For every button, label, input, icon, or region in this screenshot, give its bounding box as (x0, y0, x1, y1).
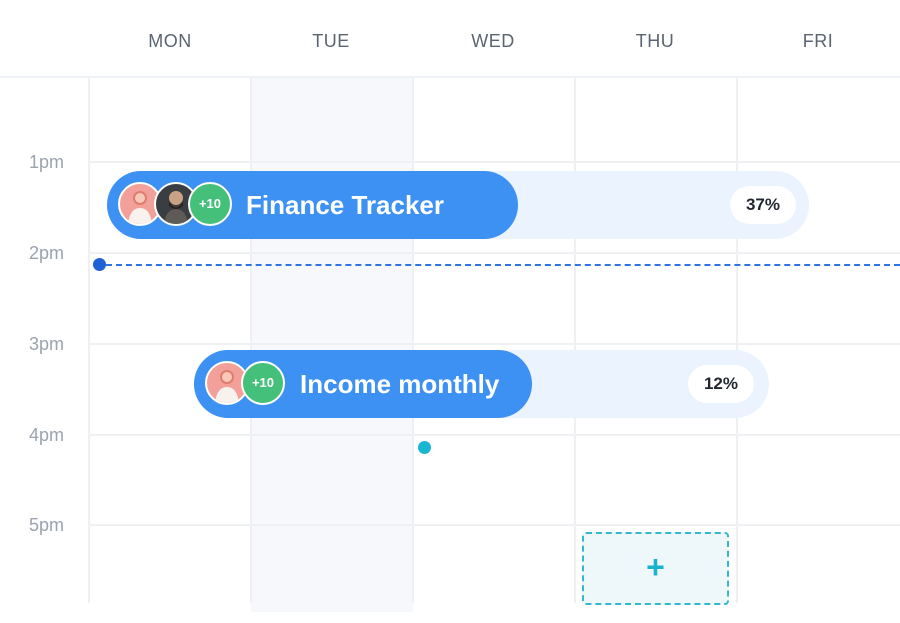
event-progress-fill: +10 Finance Tracker (107, 171, 518, 239)
calendar-header: MON TUE WED THU FRI (0, 0, 900, 78)
selected-day-column (251, 78, 413, 612)
event-progress-percent: 37% (729, 186, 796, 224)
day-header-tue[interactable]: TUE (271, 31, 391, 52)
event-marker-dot (418, 441, 431, 454)
day-header-thu[interactable]: THU (595, 31, 715, 52)
day-header-wed[interactable]: WED (433, 31, 553, 52)
grid-row-line (89, 434, 900, 436)
time-label-3pm: 3pm (28, 334, 64, 354)
day-header-fri[interactable]: FRI (758, 31, 878, 52)
current-time-line (106, 264, 900, 266)
more-participants-badge[interactable]: +10 (241, 361, 285, 405)
event-title: Finance Tracker (246, 190, 444, 220)
time-label-4pm: 4pm (28, 425, 64, 445)
day-header-mon[interactable]: MON (110, 31, 230, 52)
event-title: Income monthly (300, 369, 500, 399)
grid-row-line (89, 252, 900, 254)
plus-icon: + (646, 549, 665, 585)
more-participants-badge[interactable]: +10 (188, 182, 232, 226)
event-progress-percent: 12% (687, 365, 754, 403)
time-label-5pm: 5pm (28, 515, 64, 535)
current-time-dot (93, 258, 106, 271)
time-label-1pm: 1pm (28, 152, 64, 172)
grid-row-line (89, 343, 900, 345)
grid-row-line (89, 524, 900, 526)
event-finance-tracker[interactable]: +10 Finance Tracker 37% (107, 171, 809, 239)
add-event-button[interactable]: + (582, 532, 729, 605)
event-progress-fill: +10 Income monthly (194, 350, 532, 418)
time-label-2pm: 2pm (28, 243, 64, 263)
event-income-monthly[interactable]: +10 Income monthly 12% (194, 350, 769, 418)
grid-row-line (89, 161, 900, 163)
